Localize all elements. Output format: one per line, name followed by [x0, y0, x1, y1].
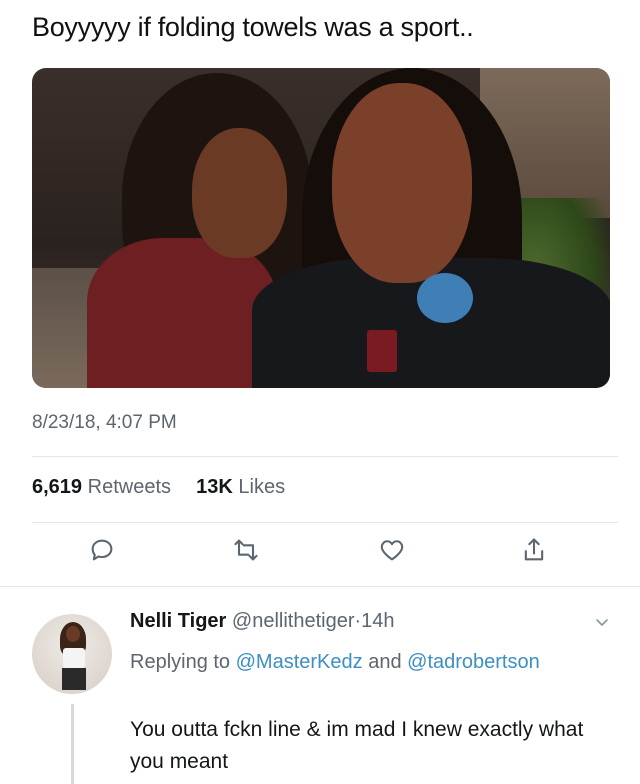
avatar-figure-head — [66, 626, 80, 642]
reply-author-handle[interactable]: @nellithetiger — [232, 610, 355, 632]
replying-to: Replying to @MasterKedz and @tadrobertso… — [130, 646, 550, 678]
retweets-label[interactable]: Retweets — [88, 476, 171, 498]
divider — [32, 522, 618, 523]
avatar[interactable] — [32, 614, 112, 694]
reply-header: Nelli Tiger @nellithetiger·14h — [130, 610, 395, 633]
chevron-down-icon[interactable] — [594, 614, 610, 630]
retweet-button[interactable] — [232, 536, 264, 568]
divider — [0, 586, 640, 587]
reply-button[interactable] — [88, 536, 120, 568]
person-right-face — [332, 83, 472, 283]
jacket-badge — [417, 273, 473, 323]
likes-count[interactable]: 13K — [196, 476, 233, 498]
retweets-count[interactable]: 6,619 — [32, 476, 82, 498]
share-icon — [524, 538, 544, 561]
reply-text: You outta fckn line & im mad I knew exac… — [130, 718, 584, 773]
mention-link[interactable]: @tadrobertson — [407, 651, 540, 673]
replying-prefix: Replying to — [130, 651, 231, 673]
thread-line — [71, 704, 74, 784]
retweet-icon — [234, 539, 258, 561]
tweet-photo[interactable] — [32, 68, 610, 388]
person-left-sweater — [87, 238, 277, 388]
jacket-patch — [367, 330, 397, 372]
like-button[interactable] — [378, 536, 410, 568]
likes-label[interactable]: Likes — [238, 476, 285, 498]
tweet-actions — [0, 536, 640, 576]
reply-author-name[interactable]: Nelli Tiger — [130, 610, 226, 632]
tweet-stats: 6,619 Retweets 13K Likes — [32, 476, 285, 499]
person-left-face — [192, 128, 287, 258]
tweet-timestamp[interactable]: 8/23/18, 4:07 PM — [32, 412, 177, 434]
tweet-text: Boyyyyy if folding towels was a sport.. — [32, 12, 474, 42]
avatar-figure-bottom — [62, 668, 86, 690]
divider — [32, 456, 618, 457]
replying-and: and — [368, 651, 402, 673]
avatar-figure-top — [63, 648, 85, 668]
reply-icon — [91, 539, 113, 561]
like-icon — [380, 540, 404, 561]
mention-link[interactable]: @MasterKedz — [236, 651, 363, 673]
share-button[interactable] — [520, 536, 552, 568]
reply-time[interactable]: 14h — [361, 610, 394, 632]
